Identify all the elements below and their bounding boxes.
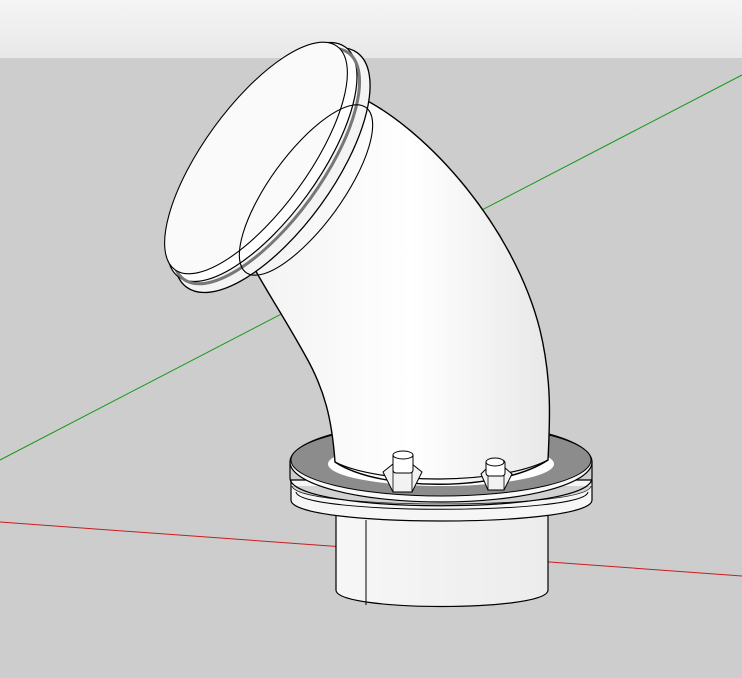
3d-viewport[interactable]: [0, 0, 742, 678]
